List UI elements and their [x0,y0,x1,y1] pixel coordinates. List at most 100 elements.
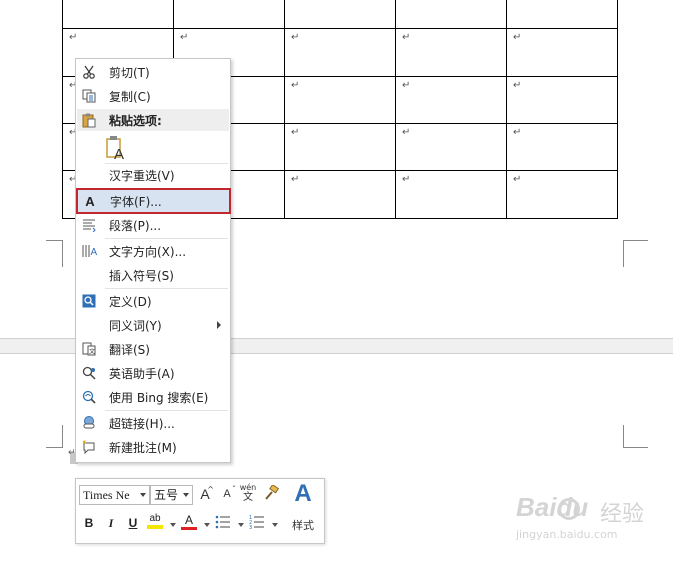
table-cell[interactable]: ↵ [506,170,618,219]
table-cell[interactable]: ↵ [395,0,507,29]
table-cell[interactable]: ↵ [395,28,507,77]
paw-logo-icon [558,498,580,520]
menu-item-label: 汉字重选(V) [109,168,175,183]
menu-item-copy[interactable]: 复制(C) [77,85,229,107]
table-cell[interactable]: ↵ [395,170,507,219]
numbering-icon: 123 [249,515,265,532]
table-cell[interactable]: ↵ [284,123,396,171]
menu-item-label: 剪切(T) [109,65,150,80]
bold-button[interactable]: B [80,514,98,532]
new-comment-icon [77,436,101,458]
underline-button[interactable]: U [124,514,142,532]
paragraph-mark: ↵ [402,127,411,138]
menu-item-font[interactable]: A 字体(F)... [76,188,231,214]
italic-icon: I [108,515,114,530]
menu-item-hyperlink[interactable]: 超链接(H)... [77,412,229,434]
font-color-button[interactable]: A [180,512,198,530]
translate-icon: 文 [77,338,101,360]
submenu-arrow-icon [217,321,221,329]
menu-separator [105,410,228,411]
font-size-dropdown[interactable]: 五号 [150,485,193,505]
paragraph-mark: ↵ [69,32,78,43]
table-cell[interactable]: ↵ [284,28,396,77]
menu-item-paste-options: 粘贴选项: [77,109,229,131]
font-name-value: Times Ne [83,488,130,502]
baidu-watermark: Baidu 经验 jingyan.baidu.com [512,488,662,548]
italic-button[interactable]: I [102,514,120,532]
menu-separator [105,288,228,289]
menu-item-label: 文字方向(X)... [109,244,187,259]
menu-item-label: 定义(D) [109,294,152,309]
menu-item-new-comment[interactable]: 新建批注(M) [77,436,229,458]
menu-item-label: 复制(C) [109,89,151,104]
table-cell[interactable]: ↵ [506,76,618,124]
chevron-down-icon[interactable] [272,523,278,527]
font-name-dropdown[interactable]: Times Ne [79,485,150,505]
watermark-url: jingyan.baidu.com [516,528,618,541]
clipboard-icon [77,109,101,131]
paragraph-mark: ↵ [180,32,189,43]
paste-keep-text-only-button[interactable]: A [104,135,130,164]
numbering-button[interactable]: 123 [248,514,266,532]
chevron-down-icon[interactable] [204,523,210,527]
scissors-icon [77,61,101,83]
format-painter-button[interactable] [262,483,280,504]
menu-item-label: 段落(P)... [109,218,162,233]
phonetic-guide-bottom: 文 [243,492,253,503]
caret-up-icon: ^ [207,485,214,494]
table-cell[interactable]: ↵ [284,76,396,124]
bullets-button[interactable] [214,514,232,532]
table-cell[interactable]: ↵ [173,0,285,29]
menu-item-cut[interactable]: 剪切(T) [77,61,229,83]
chevron-down-icon [183,493,189,497]
phonetic-guide-button[interactable]: wén 文 [239,482,257,504]
menu-separator [105,238,228,239]
menu-item-paragraph[interactable]: 段落(P)... [77,214,229,236]
paragraph-mark: ↵ [513,127,522,138]
text-direction-icon: A [77,240,101,262]
menu-item-label: 英语助手(A) [109,366,175,381]
menu-item-define[interactable]: 定义(D) [77,290,229,312]
table-cell[interactable]: ↵ [284,0,396,29]
paragraph-mark: ↵ [291,32,300,43]
styles-icon: A [294,480,312,507]
paste-text-only-icon: A [104,136,126,164]
menu-item-english-assistant[interactable]: 英语助手(A) [77,362,229,384]
styles-button[interactable]: A 样式 [288,481,318,537]
highlight-button[interactable]: ab [146,512,164,530]
chevron-down-icon[interactable] [238,523,244,527]
svg-text:文: 文 [89,348,95,356]
page-corner-top-left [46,240,63,267]
table-cell[interactable]: ↵ [506,123,618,171]
menu-item-synonyms[interactable]: 同义词(Y) [77,314,229,336]
phonetic-guide-top: wén [239,483,257,492]
table-cell[interactable]: ↵ [284,170,396,219]
paragraph-mark: ↵ [513,174,522,185]
table-cell[interactable]: ↵ [506,0,618,29]
table-cell[interactable]: ↵ [395,76,507,124]
grow-font-button[interactable]: A ^ [196,485,214,503]
menu-item-text-direction[interactable]: A 文字方向(X)... [77,240,229,262]
highlight-icon: ab [149,513,161,524]
table-cell[interactable]: ↵ [506,28,618,77]
menu-item-label: 新建批注(M) [109,440,177,455]
copy-icon [77,85,101,107]
format-painter-icon [263,483,280,504]
menu-item-label: 同义词(Y) [109,318,162,333]
chevron-down-icon[interactable] [170,523,176,527]
menu-item-reconvert[interactable]: 汉字重选(V) [77,164,229,186]
chevron-down-icon [140,493,146,497]
shrink-font-icon: A [223,488,231,500]
font-a-icon: A [85,193,95,209]
menu-item-translate[interactable]: 文 翻译(S) [77,338,229,360]
bing-search-icon [77,386,101,408]
table-cell[interactable]: ↵ [62,0,174,29]
page-corner-bottom-left [46,425,63,448]
menu-item-insert-symbol[interactable]: 插入符号(S) [77,264,229,286]
hyperlink-icon [77,412,101,434]
font-color-swatch [181,526,197,530]
menu-item-bing-search[interactable]: 使用 Bing 搜索(E) [77,386,229,408]
shrink-font-button[interactable]: A ˇ [218,485,236,503]
menu-item-label: 翻译(S) [109,342,150,357]
table-cell[interactable]: ↵ [395,123,507,171]
